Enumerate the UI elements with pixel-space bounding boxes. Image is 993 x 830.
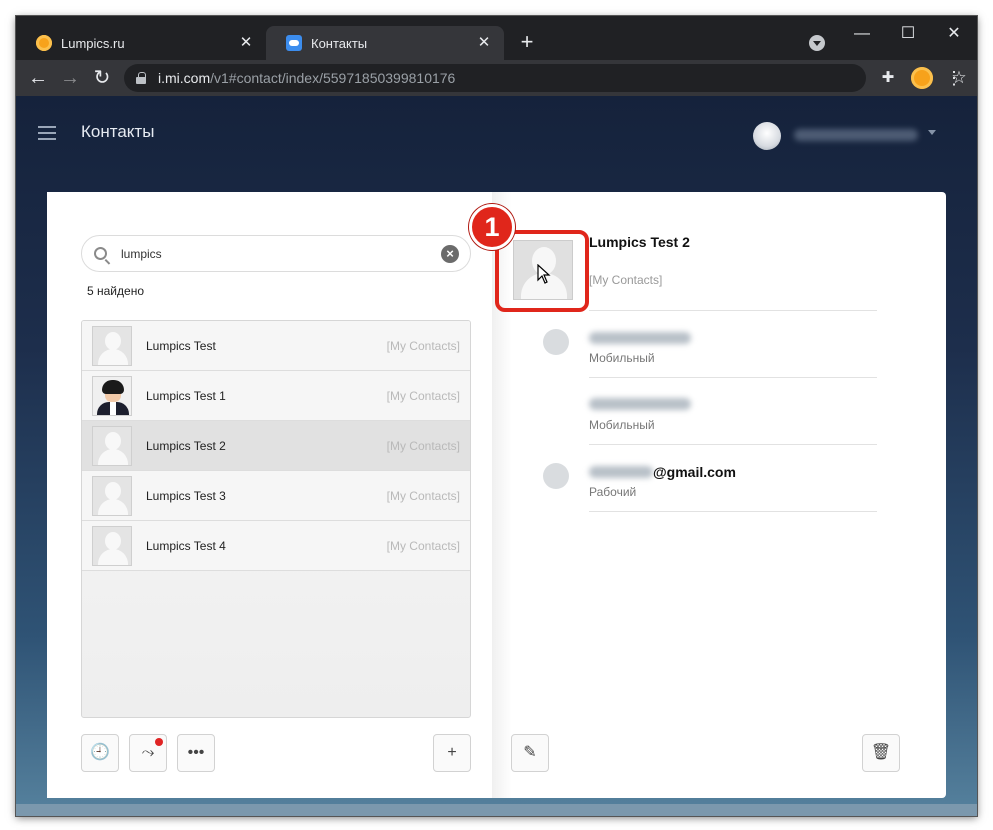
email-user-blurred	[589, 466, 653, 478]
lumpics-favicon-icon	[36, 35, 52, 51]
detail-contact-group: [My Contacts]	[589, 273, 663, 287]
contact-avatar	[92, 475, 132, 516]
hamburger-menu-icon[interactable]	[38, 126, 56, 140]
contact-avatar	[92, 525, 132, 566]
notification-dot	[155, 738, 163, 746]
plus-icon: +	[447, 744, 457, 761]
window-close-icon[interactable]: ✕	[931, 20, 977, 48]
email-domain: @gmail.com	[653, 464, 736, 480]
list-item[interactable]: Lumpics Test 3 [My Contacts]	[82, 471, 470, 521]
lock-icon	[136, 72, 146, 84]
maximize-icon[interactable]: ☐	[885, 20, 931, 48]
phone-number-1-blurred	[589, 332, 691, 344]
divider	[589, 511, 877, 512]
list-item[interactable]: Lumpics Test [My Contacts]	[82, 321, 470, 371]
detail-contact-name: Lumpics Test 2	[589, 234, 690, 250]
email-icon	[543, 463, 569, 489]
contact-avatar	[92, 325, 132, 366]
close-icon[interactable]: ✕	[476, 35, 492, 51]
add-contact-button[interactable]: +	[433, 734, 471, 772]
tab-contacts[interactable]: Контакты ✕	[266, 26, 504, 60]
list-item-selected[interactable]: Lumpics Test 2 [My Contacts]	[82, 421, 470, 471]
phone-1-label: Мобильный	[589, 351, 655, 365]
contacts-card: × 5 найдено Lumpics Test [My Contacts] L…	[47, 192, 946, 798]
history-button[interactable]: 🕘	[81, 734, 119, 772]
contact-name: Lumpics Test	[146, 338, 216, 353]
kebab-menu-icon[interactable]: ⋮	[944, 65, 964, 91]
window-bottom-edge	[16, 804, 977, 816]
contact-group: [My Contacts]	[386, 488, 460, 503]
email-label: Рабочий	[589, 485, 637, 499]
contact-name: Lumpics Test 2	[146, 438, 226, 453]
history-clock-icon: 🕘	[90, 744, 110, 761]
contact-group: [My Contacts]	[386, 538, 460, 553]
merge-button[interactable]: ⤳	[129, 734, 167, 772]
divider	[589, 444, 877, 445]
contact-avatar	[92, 425, 132, 466]
search-box[interactable]: ×	[81, 235, 471, 272]
tab-title: Контакты	[311, 35, 368, 51]
reload-icon[interactable]: ↻	[89, 65, 115, 91]
forward-arrow-icon[interactable]: →	[57, 65, 83, 91]
contact-name: Lumpics Test 3	[146, 488, 226, 503]
minimize-icon[interactable]: —	[839, 20, 885, 48]
search-input[interactable]	[121, 245, 421, 263]
clear-search-icon[interactable]: ×	[441, 245, 459, 263]
extensions-puzzle-icon[interactable]: ✚	[878, 68, 898, 88]
browser-window: Lumpics.ru ✕ Контакты ✕ + — ☐ ✕ ← → ↻ i.…	[16, 16, 977, 816]
edit-contact-button[interactable]: ✎	[511, 734, 549, 772]
close-icon[interactable]: ✕	[238, 35, 254, 51]
tab-search-icon[interactable]	[809, 35, 825, 51]
trash-icon: 🗑	[870, 744, 892, 761]
contact-name: Lumpics Test 4	[146, 538, 226, 553]
divider	[589, 310, 877, 311]
address-bar[interactable]: i.mi.com/v1#contact/index/55971850399810…	[124, 64, 967, 92]
contact-group: [My Contacts]	[386, 338, 460, 353]
divider	[589, 377, 877, 378]
contact-avatar	[92, 375, 132, 416]
mouse-cursor-icon	[537, 264, 551, 284]
merge-arrow-icon: ⤳	[141, 744, 155, 761]
contacts-list-panel: × 5 найдено Lumpics Test [My Contacts] L…	[47, 192, 492, 798]
edit-pencil-icon: ✎	[523, 744, 537, 761]
tab-lumpics[interactable]: Lumpics.ru ✕	[16, 26, 266, 60]
new-tab-plus-icon[interactable]: +	[516, 31, 538, 53]
list-item[interactable]: Lumpics Test 4 [My Contacts]	[82, 521, 470, 571]
phone-number-2-blurred	[589, 398, 691, 410]
web-page: Контакты × 5 найдено Lumpics Test [My Co…	[16, 96, 977, 816]
contact-group: [My Contacts]	[386, 388, 460, 403]
phone-2-label: Мобильный	[589, 418, 655, 432]
list-item[interactable]: Lumpics Test 1 [My Contacts]	[82, 371, 470, 421]
contact-group: [My Contacts]	[386, 438, 460, 453]
tab-strip: Lumpics.ru ✕ Контакты ✕ + — ☐ ✕	[16, 16, 977, 60]
tab-title: Lumpics.ru	[61, 35, 125, 51]
search-icon	[94, 247, 107, 260]
phone-icon	[543, 329, 569, 355]
more-dots-icon: •••	[187, 744, 205, 761]
results-count: 5 найдено	[87, 284, 144, 298]
browser-toolbar: ← → ↻ i.mi.com/v1#contact/index/55971850…	[16, 60, 977, 96]
delete-contact-button[interactable]: 🗑	[862, 734, 900, 772]
user-name-blurred[interactable]	[794, 129, 918, 141]
contacts-list: Lumpics Test [My Contacts] Lumpics Test …	[81, 320, 471, 718]
user-avatar[interactable]	[753, 122, 781, 150]
profile-avatar[interactable]	[911, 67, 933, 89]
url-host: i.mi.com	[158, 70, 211, 86]
chevron-down-icon[interactable]	[928, 130, 936, 139]
annotation-step-badge: 1	[469, 204, 515, 250]
back-arrow-icon[interactable]: ←	[25, 65, 51, 91]
contact-name: Lumpics Test 1	[146, 388, 226, 403]
mi-cloud-favicon-icon	[286, 35, 302, 51]
url-path: /v1#contact/index/55971850399810176	[210, 70, 456, 86]
app-title: Контакты	[81, 122, 155, 141]
more-button[interactable]: •••	[177, 734, 215, 772]
